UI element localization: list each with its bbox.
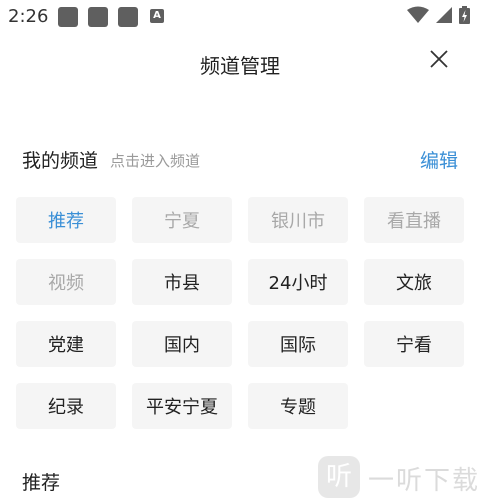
channel-chip[interactable]: 纪录: [16, 383, 116, 429]
recommended-title: 推荐: [22, 472, 61, 494]
system-icons: [407, 6, 470, 24]
app-a-icon: A: [150, 9, 164, 23]
page-title: 频道管理: [200, 54, 280, 78]
channel-chip[interactable]: 党建: [16, 321, 116, 367]
battery-charging-icon: [459, 6, 470, 24]
channel-chip[interactable]: 国内: [132, 321, 232, 367]
channel-chip[interactable]: 平安宁夏: [132, 383, 232, 429]
close-icon[interactable]: [428, 48, 450, 70]
notification-square-icon: [88, 7, 108, 27]
notification-square-icon: [58, 7, 78, 27]
channel-chip[interactable]: 宁夏: [132, 197, 232, 243]
status-time: 2:26: [8, 6, 49, 27]
channel-chip[interactable]: 市县: [132, 259, 232, 305]
channel-chip[interactable]: 国际: [248, 321, 348, 367]
wifi-icon: [407, 6, 429, 23]
signal-icon: [436, 7, 452, 23]
channel-chip[interactable]: 宁看: [364, 321, 464, 367]
edit-button[interactable]: 编辑: [420, 146, 458, 173]
my-channels-title: 我的频道: [22, 150, 99, 172]
channel-chip[interactable]: 推荐: [16, 197, 116, 243]
watermark: 听 一听下载: [318, 456, 480, 499]
page-header: 频道管理: [0, 40, 480, 84]
channel-chip[interactable]: 看直播: [364, 197, 464, 243]
my-channels-hint: 点击进入频道: [110, 152, 201, 170]
watermark-logo: 听: [318, 456, 360, 498]
status-bar: 2:26 A: [0, 0, 480, 34]
channel-chip[interactable]: 银川市: [248, 197, 348, 243]
notification-square-icon: [118, 7, 138, 27]
channel-chip[interactable]: 24小时: [248, 259, 348, 305]
channel-chip[interactable]: 视频: [16, 259, 116, 305]
watermark-text: 一听下载: [368, 466, 480, 496]
channel-chip[interactable]: 专题: [248, 383, 348, 429]
channel-chip[interactable]: 文旅: [364, 259, 464, 305]
my-channels-header: 我的频道 点击进入频道 编辑: [22, 144, 458, 172]
